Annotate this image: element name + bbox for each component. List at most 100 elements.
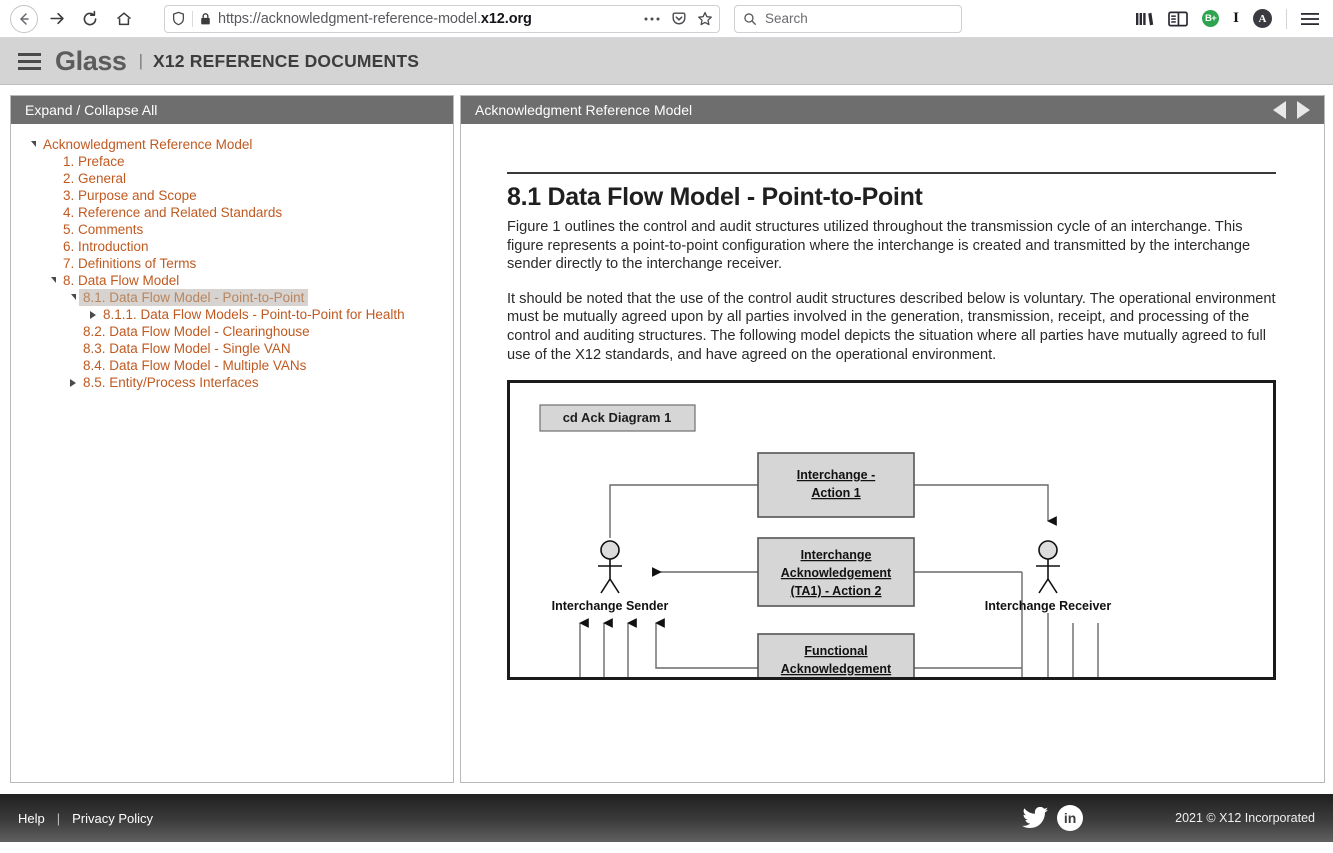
content-panel-header: Acknowledgment Reference Model — [461, 96, 1324, 124]
tree-item[interactable]: 8.5. Entity/Process Interfaces — [11, 374, 453, 391]
tree-item[interactable]: 3. Purpose and Scope — [11, 187, 453, 204]
tree-item-label: 7. Definitions of Terms — [63, 256, 197, 271]
tree-item[interactable]: 5. Comments — [11, 221, 453, 238]
tree-item-label: 8.3. Data Flow Model - Single VAN — [83, 341, 291, 356]
tree-item[interactable]: 8.1. Data Flow Model - Point-to-Point — [11, 289, 453, 306]
tree-item[interactable]: 8.4. Data Flow Model - Multiple VANs — [11, 357, 453, 374]
padlock-icon[interactable] — [199, 12, 212, 26]
browser-toolbar: https://acknowledgment-reference-model.x… — [0, 0, 1333, 38]
actor-interchange-receiver: Interchange Receiver — [985, 540, 1112, 613]
browser-search-bar[interactable]: Search — [734, 4, 962, 33]
previous-arrow-icon[interactable] — [1273, 101, 1286, 119]
menu-bar-1 — [18, 52, 41, 56]
account-avatar[interactable]: A — [1253, 9, 1272, 28]
tree-item[interactable]: 8. Data Flow Model — [11, 272, 453, 289]
copyright-text: 2021 © X12 Incorporated — [1175, 811, 1315, 825]
tree-expand-closed-icon[interactable] — [67, 378, 79, 387]
tree-expand-open-icon[interactable] — [47, 276, 59, 284]
navigation-panel: Expand / Collapse All Acknowledgment Ref… — [10, 95, 454, 783]
tree-item[interactable]: Acknowledgment Reference Model — [11, 136, 453, 153]
tree-item-label: 5. Comments — [63, 222, 144, 237]
section-title: 8.1 Data Flow Model - Point-to-Point — [507, 183, 923, 211]
home-button[interactable] — [108, 3, 140, 35]
url-bar[interactable]: https://acknowledgment-reference-model.x… — [164, 4, 720, 33]
document-scroll-area[interactable]: 8.1 Data Flow Model - Point-to-Point Fig… — [461, 124, 1324, 782]
diagram-caption: cd Ack Diagram 1 — [539, 404, 696, 432]
tree-item-label: 4. Reference and Related Standards — [63, 205, 283, 220]
ellipsis-icon[interactable] — [643, 16, 661, 22]
svg-text:Acknowledgement: Acknowledgement — [781, 662, 892, 676]
section-paragraph-1: Figure 1 outlines the control and audit … — [507, 219, 1251, 273]
document-content: 8.1 Data Flow Model - Point-to-Point Fig… — [461, 124, 1324, 681]
tree-item[interactable]: 2. General — [11, 170, 453, 187]
svg-text:Interchange: Interchange — [801, 548, 872, 562]
sidebar-icon[interactable] — [1168, 11, 1189, 27]
shield-icon[interactable] — [171, 11, 186, 26]
tree-item[interactable]: 4. Reference and Related Standards — [11, 204, 453, 221]
svg-text:Interchange Sender: Interchange Sender — [552, 599, 669, 613]
site-menu-icon[interactable] — [18, 52, 41, 70]
tree-item-label: 8.2. Data Flow Model - Clearinghouse — [83, 324, 310, 339]
content-panel: Acknowledgment Reference Model 8.1 Data … — [460, 95, 1325, 783]
tree-item-label: Acknowledgment Reference Model — [43, 137, 253, 152]
next-arrow-icon[interactable] — [1297, 101, 1310, 119]
forward-button[interactable] — [40, 3, 72, 35]
reload-icon — [83, 10, 97, 25]
diagram-box-functional-ack-997: Functional Acknowledgement (997) - Actio… — [757, 633, 915, 678]
content-panel-title: Acknowledgment Reference Model — [475, 102, 693, 118]
tree-item[interactable]: 6. Introduction — [11, 238, 453, 255]
url-domain: x12.org — [480, 10, 532, 27]
svg-text:Interchange -: Interchange - — [797, 468, 876, 482]
tree-item-label: 8. Data Flow Model — [63, 273, 180, 288]
document-tree: Acknowledgment Reference Model 1. Preface… — [11, 124, 453, 782]
tree-expand-open-icon[interactable] — [27, 140, 39, 148]
tree-item[interactable]: 8.3. Data Flow Model - Single VAN — [11, 340, 453, 357]
tree-item-label: 6. Introduction — [63, 239, 149, 254]
page-body: Expand / Collapse All Acknowledgment Ref… — [0, 85, 1333, 794]
browser-nav-buttons — [10, 3, 140, 35]
tree-item[interactable]: 7. Definitions of Terms — [11, 255, 453, 272]
tree-item[interactable]: 8.1.1. Data Flow Models - Point-to-Point… — [11, 306, 453, 323]
site-header: Glass | X12 REFERENCE DOCUMENTS — [0, 38, 1333, 85]
search-input[interactable]: Search — [765, 11, 808, 26]
tree-item-label: 2. General — [63, 171, 127, 186]
menu-bar-2 — [18, 59, 41, 63]
help-link[interactable]: Help — [18, 811, 45, 826]
tree-item-label: 8.4. Data Flow Model - Multiple VANs — [83, 358, 307, 373]
expand-collapse-all-label: Expand / Collapse All — [25, 102, 158, 118]
svg-text:Action 1: Action 1 — [811, 486, 860, 500]
back-button[interactable] — [10, 4, 38, 33]
italic-tool-icon[interactable]: I — [1233, 10, 1239, 27]
diagram-box-interchange-action1: Interchange - Action 1 — [757, 452, 915, 518]
brand-logo[interactable]: Glass — [55, 46, 127, 77]
actor-interchange-sender: Interchange Sender — [552, 540, 669, 613]
reload-button[interactable] — [74, 3, 106, 35]
tree-item-label: 8.1. Data Flow Model - Point-to-Point — [79, 289, 309, 306]
title-divider — [507, 172, 1276, 174]
diagram-box-interchange-ack-ta1: Interchange Acknowledgement (TA1) - Acti… — [757, 537, 915, 607]
linkedin-icon[interactable]: in — [1057, 805, 1084, 831]
tree-expand-open-icon[interactable] — [67, 293, 79, 301]
library-icon[interactable] — [1135, 10, 1154, 27]
brand-separator: | — [138, 51, 143, 70]
social-links: in — [1022, 805, 1084, 831]
page-title: X12 REFERENCE DOCUMENTS — [152, 50, 420, 71]
tree-expand-closed-icon[interactable] — [87, 310, 99, 319]
star-icon[interactable] — [697, 11, 713, 27]
extension-badge-icon[interactable]: B+ — [1202, 10, 1220, 27]
tree-item[interactable]: 8.2. Data Flow Model - Clearinghouse — [11, 323, 453, 340]
twitter-icon[interactable] — [1022, 806, 1049, 830]
privacy-policy-link[interactable]: Privacy Policy — [72, 811, 153, 826]
hamburger-menu-icon[interactable] — [1301, 12, 1319, 26]
expand-collapse-all-header[interactable]: Expand / Collapse All — [11, 96, 453, 124]
content-nav-arrows — [1273, 101, 1310, 119]
svg-text:Functional: Functional — [804, 644, 867, 658]
pocket-icon[interactable] — [671, 11, 687, 27]
tree-item[interactable]: 1. Preface — [11, 153, 453, 170]
svg-text:Interchange Receiver: Interchange Receiver — [985, 599, 1112, 613]
uml-diagram-svg: cd Ack Diagram 1 Interchange Sender Inte… — [539, 404, 1112, 678]
urlbar-divider — [192, 10, 193, 27]
footer-separator: | — [56, 810, 61, 826]
url-text: https://acknowledgment-reference-model.x… — [218, 11, 637, 27]
svg-text:(TA1) - Action 2: (TA1) - Action 2 — [791, 584, 882, 598]
